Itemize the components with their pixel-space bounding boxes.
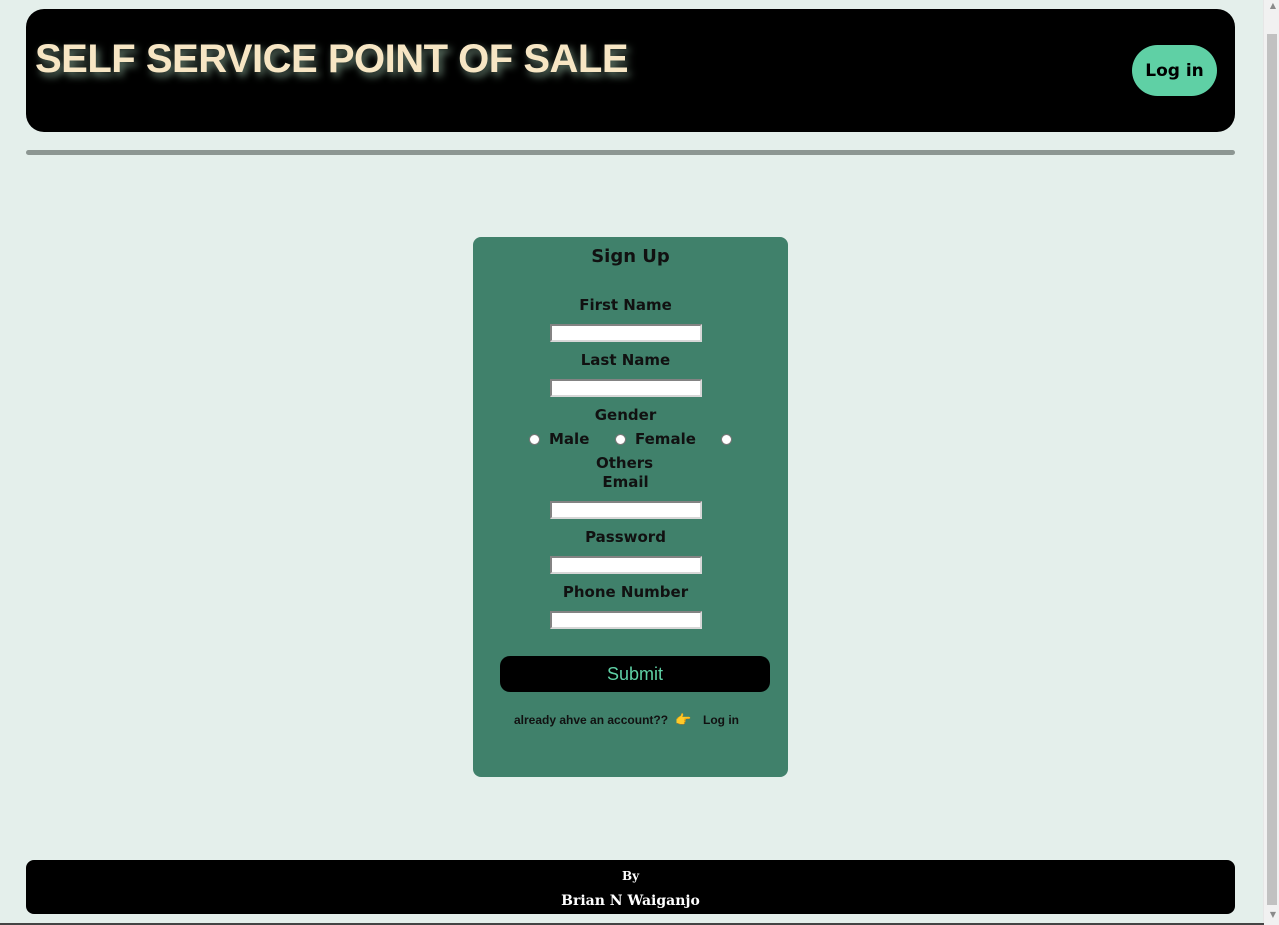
gender-female-radio[interactable] (615, 434, 626, 445)
scroll-down-arrow-icon[interactable]: ▼ (1270, 910, 1276, 919)
pointing-hand-icon: 👉 (675, 713, 692, 728)
gender-others-label: Others (596, 454, 654, 472)
email-label: Email (602, 473, 649, 491)
phone-label: Phone Number (562, 583, 689, 601)
submit-button[interactable]: Submit (500, 656, 770, 692)
last-name-input[interactable] (550, 379, 702, 397)
gender-male-radio[interactable] (529, 434, 540, 445)
gender-male-label: Male (549, 430, 590, 448)
divider (26, 150, 1235, 155)
signup-title: Sign Up (591, 246, 670, 267)
footer: By Brian N Waiganjo (26, 860, 1235, 914)
header-bar: SELF SERVICE POINT OF SALE Log in (26, 9, 1235, 132)
gender-others-radio[interactable] (721, 434, 732, 445)
footer-by: By (621, 869, 640, 883)
first-name-label: First Name (579, 296, 672, 314)
gender-label: Gender (594, 406, 657, 424)
password-input[interactable] (550, 556, 702, 574)
gender-female-label: Female (635, 430, 696, 448)
password-label: Password (585, 528, 666, 546)
login-link[interactable]: Log in (703, 713, 739, 727)
scroll-thumb[interactable] (1267, 34, 1277, 905)
email-input[interactable] (550, 501, 702, 519)
already-account-text: already ahve an account?? (514, 713, 669, 727)
phone-input[interactable] (550, 611, 702, 629)
last-name-label: Last Name (580, 351, 671, 369)
footer-author: Brian N Waiganjo (561, 893, 700, 909)
first-name-input[interactable] (550, 324, 702, 342)
app-title: SELF SERVICE POINT OF SALE (35, 37, 629, 81)
vertical-scrollbar[interactable]: ▲ ▼ (1263, 0, 1279, 925)
header-login-button[interactable]: Log in (1132, 45, 1217, 96)
scroll-up-arrow-icon[interactable]: ▲ (1270, 1, 1276, 10)
signup-card: Sign Up First Name Last Name Gender Male… (473, 237, 788, 777)
